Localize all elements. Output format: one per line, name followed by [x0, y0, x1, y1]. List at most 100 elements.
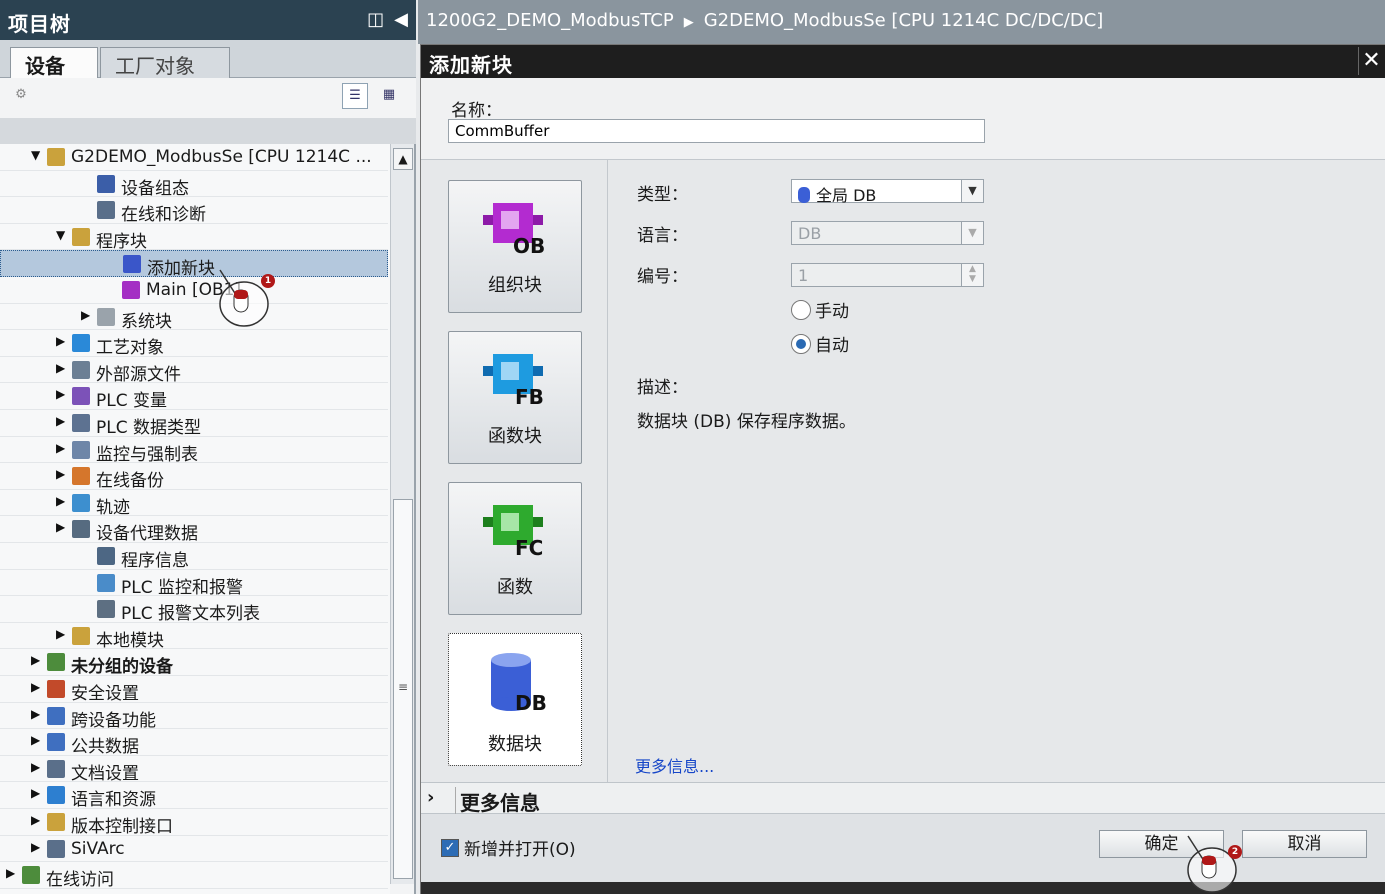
dropdown-arrow-icon[interactable]: ▼	[961, 180, 983, 202]
tree-item[interactable]: ▶ 在线访问	[0, 862, 388, 890]
tree-list: ▼ G2DEMO_ModbusSe [CPU 1214C ... 设备组态在线和诊断…	[0, 144, 390, 894]
name-input[interactable]	[448, 119, 985, 143]
collapsed-arrow-icon[interactable]: ▶	[56, 467, 68, 481]
collapsed-arrow-icon[interactable]: ▶	[31, 786, 43, 800]
tree-item[interactable]: ▶ 未分组的设备	[0, 649, 388, 677]
block-fc-button[interactable]: FC 函数	[448, 482, 582, 615]
tree-item[interactable]: ▶ 轨迹	[0, 490, 388, 518]
tree-item[interactable]: ▶ PLC 变量	[0, 383, 388, 411]
tree-item[interactable]: PLC 报警文本列表	[0, 596, 388, 624]
collapsed-arrow-icon[interactable]: ▶	[81, 308, 93, 322]
breadcrumb-device[interactable]: G2DEMO_ModbusSe [CPU 1214C DC/DC/DC]	[704, 10, 1104, 31]
tree-item[interactable]: ▶ 设备代理数据	[0, 516, 388, 544]
tree-item[interactable]: ▶ PLC 数据类型	[0, 410, 388, 438]
db-cylinder-icon: DB	[491, 653, 547, 714]
block-db-button[interactable]: DB 数据块	[448, 633, 582, 766]
collapsed-arrow-icon[interactable]: ▶	[31, 707, 43, 721]
close-icon[interactable]: ✕	[1358, 47, 1384, 75]
tree-item-icon	[47, 759, 65, 778]
tree-item[interactable]: ▶ 跨设备功能	[0, 703, 388, 731]
collapsed-arrow-icon[interactable]: ▶	[31, 760, 43, 774]
breadcrumb-project[interactable]: 1200G2_DEMO_ModbusTCP	[426, 10, 674, 31]
tree-item[interactable]: 程序信息	[0, 543, 388, 571]
tree-item[interactable]: ▶ 语言和资源	[0, 782, 388, 811]
db-icon	[798, 187, 810, 203]
tree-item[interactable]: ▶ 本地模块	[0, 623, 388, 651]
tree-item-label: 工艺对象	[96, 338, 164, 359]
tree-item[interactable]: Main [OB1]	[0, 277, 388, 304]
tree-item-label: 语言和资源	[71, 790, 156, 811]
tree-item[interactable]: ▼ 程序块	[0, 224, 388, 252]
split-view-icon[interactable]: ◫	[367, 9, 384, 30]
radio-manual-icon[interactable]	[791, 299, 811, 320]
tree-item[interactable]: PLC 监控和报警	[0, 570, 388, 598]
detail-view-icon[interactable]: ☰	[342, 83, 368, 109]
tree-item[interactable]: ▶ 外部源文件	[0, 357, 388, 385]
scroll-thumb[interactable]: ≡	[393, 499, 413, 879]
radio-auto-icon[interactable]	[791, 333, 811, 354]
block-ob-button[interactable]: OB 组织块	[448, 180, 582, 313]
tree-item[interactable]: 在线和诊断	[0, 197, 388, 226]
language-value: DB	[798, 224, 822, 243]
block-ob-code: OB	[513, 234, 545, 257]
tree-item[interactable]: ▶ SiVArc	[0, 836, 388, 863]
tree-item-icon	[72, 626, 90, 645]
tree-item-icon	[47, 706, 65, 725]
more-info-section[interactable]: › 更多信息	[421, 782, 1385, 816]
tree-item[interactable]: ▶ 版本控制接口	[0, 809, 388, 837]
tree-item[interactable]: ▶ 系统块	[0, 304, 388, 332]
collapsed-arrow-icon[interactable]: ▶	[56, 494, 68, 508]
expanded-arrow-icon[interactable]: ▼	[31, 148, 43, 162]
collapsed-arrow-icon[interactable]: ▶	[31, 840, 43, 854]
tree-item-label: 外部源文件	[96, 364, 181, 385]
chevron-right-icon[interactable]: ›	[427, 787, 434, 808]
tree-item[interactable]: ▶ 工艺对象	[0, 330, 388, 359]
tree-item-label: 在线和诊断	[121, 205, 206, 226]
cancel-button[interactable]: 取消	[1242, 830, 1367, 858]
tree-item-label: PLC 监控和报警	[121, 577, 243, 598]
block-db-label: 数据块	[488, 734, 542, 755]
collapsed-arrow-icon[interactable]: ▶	[31, 813, 43, 827]
radio-manual[interactable]: 手动	[791, 297, 849, 322]
tree-item[interactable]: ▼ G2DEMO_ModbusSe [CPU 1214C ...	[0, 144, 388, 171]
block-fb-button[interactable]: FB 函数块	[448, 331, 582, 464]
add-and-open-checkbox[interactable]: ✓ 新增并打开(O)	[441, 835, 576, 860]
tree-item[interactable]: ▶ 公共数据	[0, 729, 388, 757]
scroll-up-icon[interactable]: ▲	[393, 148, 413, 170]
radio-auto[interactable]: 自动	[791, 331, 849, 356]
tab-plant-objects[interactable]: 工厂对象	[100, 47, 230, 78]
ob-block-icon: OB	[483, 203, 545, 257]
tree-item-icon	[72, 440, 90, 459]
tree-item-label: 设备组态	[121, 178, 189, 199]
collapsed-arrow-icon[interactable]: ▶	[56, 441, 68, 455]
collapsed-arrow-icon[interactable]: ▶	[31, 680, 43, 694]
collapsed-arrow-icon[interactable]: ▶	[31, 653, 43, 667]
checkbox-checked-icon[interactable]: ✓	[441, 838, 459, 857]
collapsed-arrow-icon[interactable]: ▶	[31, 733, 43, 747]
tree-item[interactable]: 添加新块	[0, 250, 388, 279]
tree-scrollbar[interactable]: ▲ ≡	[390, 144, 414, 884]
tree-item[interactable]: ▶ 监控与强制表	[0, 437, 388, 465]
tree-item-label: 系统块	[121, 311, 172, 332]
collapsed-arrow-icon[interactable]: ▶	[56, 387, 68, 401]
tree-item[interactable]: 设备组态	[0, 171, 388, 199]
expanded-arrow-icon[interactable]: ▼	[56, 228, 68, 242]
collapsed-arrow-icon[interactable]: ▶	[56, 520, 68, 534]
type-select[interactable]: 全局 DB ▼	[791, 179, 984, 205]
collapsed-arrow-icon[interactable]: ▶	[6, 866, 18, 880]
tab-devices[interactable]: 设备	[10, 47, 98, 78]
tree-item[interactable]: ▶ 安全设置	[0, 676, 388, 704]
language-select: DB ▼	[791, 221, 984, 245]
tree-item[interactable]: ▶ 文档设置	[0, 756, 388, 784]
collapsed-arrow-icon[interactable]: ▶	[56, 414, 68, 428]
collapse-panel-icon[interactable]: ◀	[394, 9, 408, 30]
more-info-link[interactable]: 更多信息...	[635, 753, 714, 777]
number-value: 1	[798, 266, 809, 285]
collapsed-arrow-icon[interactable]: ▶	[56, 361, 68, 375]
tree-tabs: 设备 工厂对象	[0, 40, 416, 78]
add-device-icon[interactable]: ▦	[376, 83, 402, 109]
tree-item[interactable]: ▶ 在线备份	[0, 463, 388, 491]
properties-icon[interactable]: ⚙	[8, 83, 34, 109]
collapsed-arrow-icon[interactable]: ▶	[56, 627, 68, 641]
collapsed-arrow-icon[interactable]: ▶	[56, 334, 68, 348]
